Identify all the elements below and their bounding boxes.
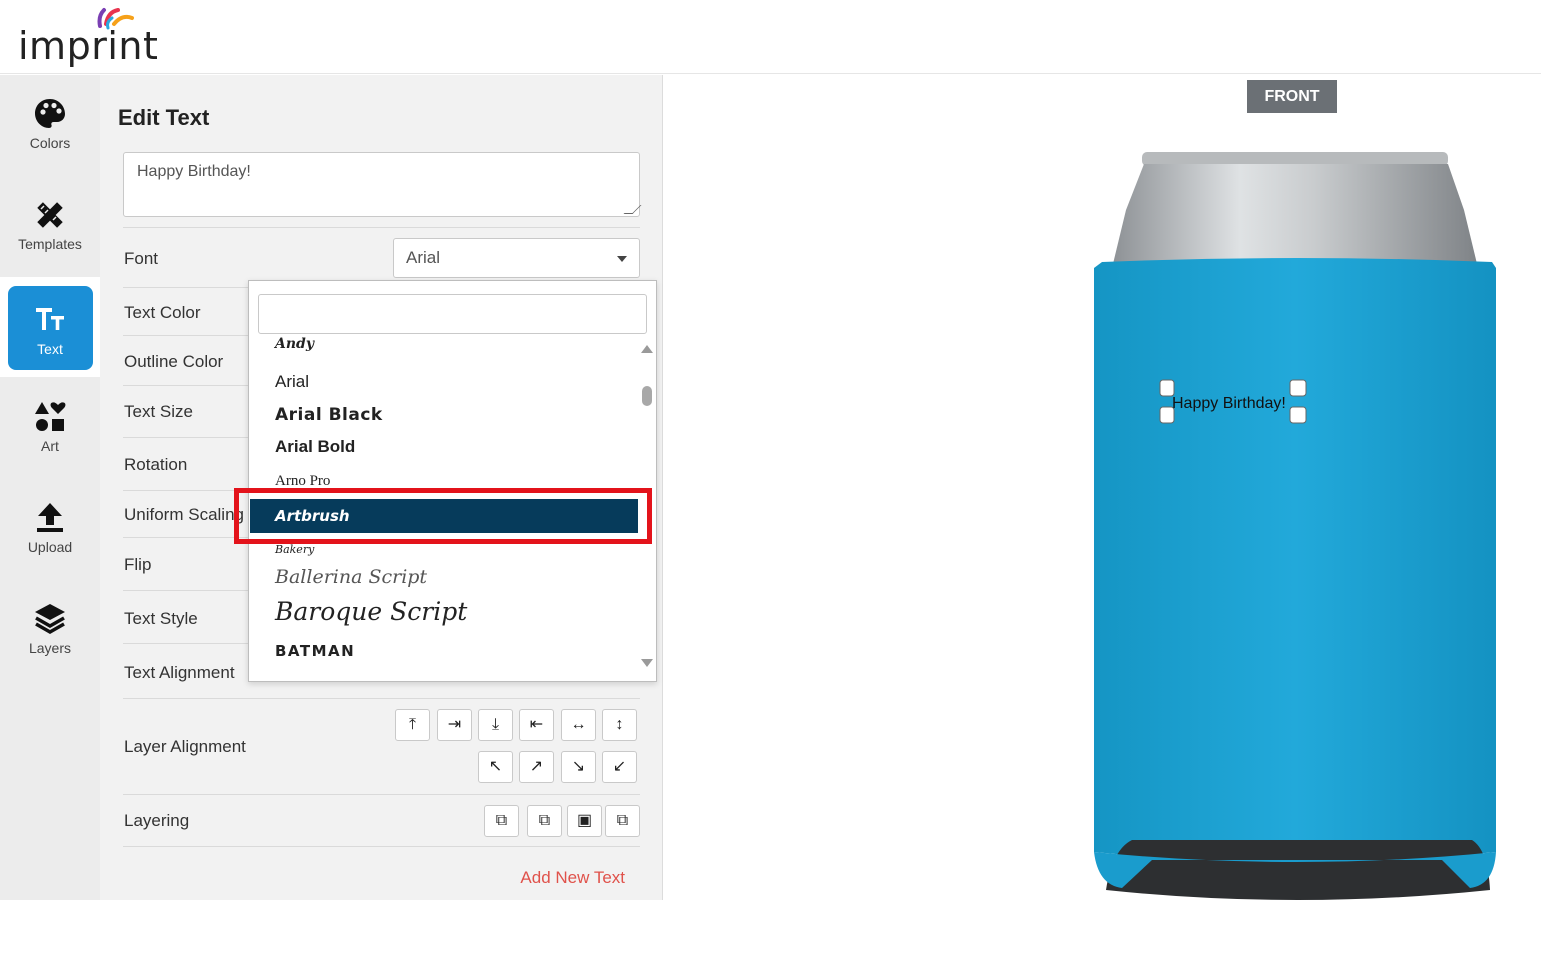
align-right-button[interactable]: ⇥ [437, 709, 472, 741]
divider [123, 698, 640, 699]
outline-color-label: Outline Color [124, 352, 224, 371]
font-label: Font [124, 249, 159, 268]
sidebar-item-layers[interactable]: Layers [0, 580, 100, 680]
design-canvas: FRONT Happy Birthday! [664, 75, 1541, 900]
header: imprint [0, 0, 1541, 74]
align-top-button[interactable]: ⤒ [395, 709, 430, 741]
layering-label: Layering [124, 811, 190, 830]
flip-label: Flip [124, 555, 152, 574]
font-option-baroque-script[interactable]: Baroque Script [275, 597, 467, 626]
send-backward-button[interactable]: ▣ [567, 805, 602, 837]
text-icon [36, 308, 64, 330]
send-to-back-button[interactable]: ⧉ [605, 805, 640, 837]
chevron-down-icon [617, 256, 627, 262]
font-select-value: Arial [406, 248, 441, 267]
center-horizontal-button[interactable]: ↔ [561, 709, 596, 741]
text-alignment-label: Text Alignment [124, 663, 235, 682]
divider [123, 227, 640, 228]
font-option-batman[interactable]: BATMAN [275, 642, 355, 660]
uniform-scaling-label: Uniform Scaling [124, 505, 244, 524]
sidebar-item-templates[interactable]: Templates [0, 176, 100, 276]
layer-alignment-label: Layer Alignment [124, 737, 246, 756]
palette-icon [35, 99, 65, 128]
font-dropdown: Andy Arial Arial Black Arial Bold Arno P… [248, 280, 657, 682]
sidebar-label-colors: Colors [29, 135, 71, 151]
center-vertical-button[interactable]: ↕ [602, 709, 637, 741]
align-top-left-button[interactable]: ↖ [478, 751, 513, 783]
scroll-down-icon[interactable] [641, 659, 653, 667]
bring-to-front-button[interactable]: ⧉ [484, 805, 519, 837]
text-style-label: Text Style [124, 609, 198, 628]
panel-title: Edit Text [118, 105, 210, 130]
font-select[interactable]: Arial [393, 238, 640, 278]
font-option-andy[interactable]: Andy [275, 336, 314, 352]
font-option-ballerina-script[interactable]: Ballerina Script [275, 566, 427, 588]
divider [123, 794, 640, 795]
scroll-up-icon[interactable] [641, 345, 653, 353]
highlight-annotation [234, 488, 652, 544]
align-bottom-button[interactable]: ⤓ [478, 709, 513, 741]
rotation-label: Rotation [124, 455, 188, 474]
logo-text: imprint [18, 24, 159, 68]
pencil-ruler-icon [37, 202, 63, 228]
text-content-value: Happy Birthday! [137, 163, 251, 180]
text-size-label: Text Size [124, 402, 193, 421]
imprint-logo[interactable]: imprint [18, 4, 158, 70]
sidebar-item-art[interactable]: Art [0, 378, 100, 478]
font-option-arial-bold[interactable]: Arial Bold [275, 437, 355, 457]
bring-forward-button[interactable]: ⧉ [527, 805, 562, 837]
front-side-label[interactable]: FRONT [1247, 80, 1337, 113]
layers-icon [35, 604, 65, 635]
text-content-input[interactable]: Happy Birthday! [123, 152, 642, 217]
sidebar-label-upload: Upload [27, 539, 73, 555]
scroll-thumb[interactable] [642, 386, 652, 406]
upload-icon [37, 503, 63, 532]
align-left-button[interactable]: ⇤ [519, 709, 554, 741]
shapes-icon [35, 402, 66, 431]
sidebar-label-templates: Templates [18, 236, 82, 252]
sidebar-item-text[interactable]: Text [0, 277, 100, 377]
sidebar-label-text: Text [37, 341, 63, 357]
sidebar-label-layers: Layers [28, 640, 72, 656]
divider [123, 846, 640, 847]
align-bottom-right-button[interactable]: ↘ [561, 751, 596, 783]
font-search-input[interactable] [258, 294, 647, 334]
add-new-text-link[interactable]: Add New Text [520, 868, 625, 888]
font-option-bakery[interactable]: Bakery [275, 543, 314, 556]
design-text[interactable]: Happy Birthday! [1172, 395, 1286, 412]
sidebar-item-upload[interactable]: Upload [0, 479, 100, 579]
align-bottom-left-button[interactable]: ↙ [602, 751, 637, 783]
sidebar-label-art: Art [41, 438, 59, 454]
tool-sidebar: Colors Templates Text Art Upload Layers [0, 75, 100, 900]
koozie-product-image[interactable]: Happy Birthday! [1092, 150, 1502, 960]
font-option-arial[interactable]: Arial [275, 372, 309, 392]
font-option-arial-black[interactable]: Arial Black [275, 405, 383, 425]
align-top-right-button[interactable]: ↗ [519, 751, 554, 783]
sidebar-item-colors[interactable]: Colors [0, 75, 100, 175]
text-color-label: Text Color [124, 303, 201, 322]
resize-grip-icon[interactable] [623, 205, 642, 214]
